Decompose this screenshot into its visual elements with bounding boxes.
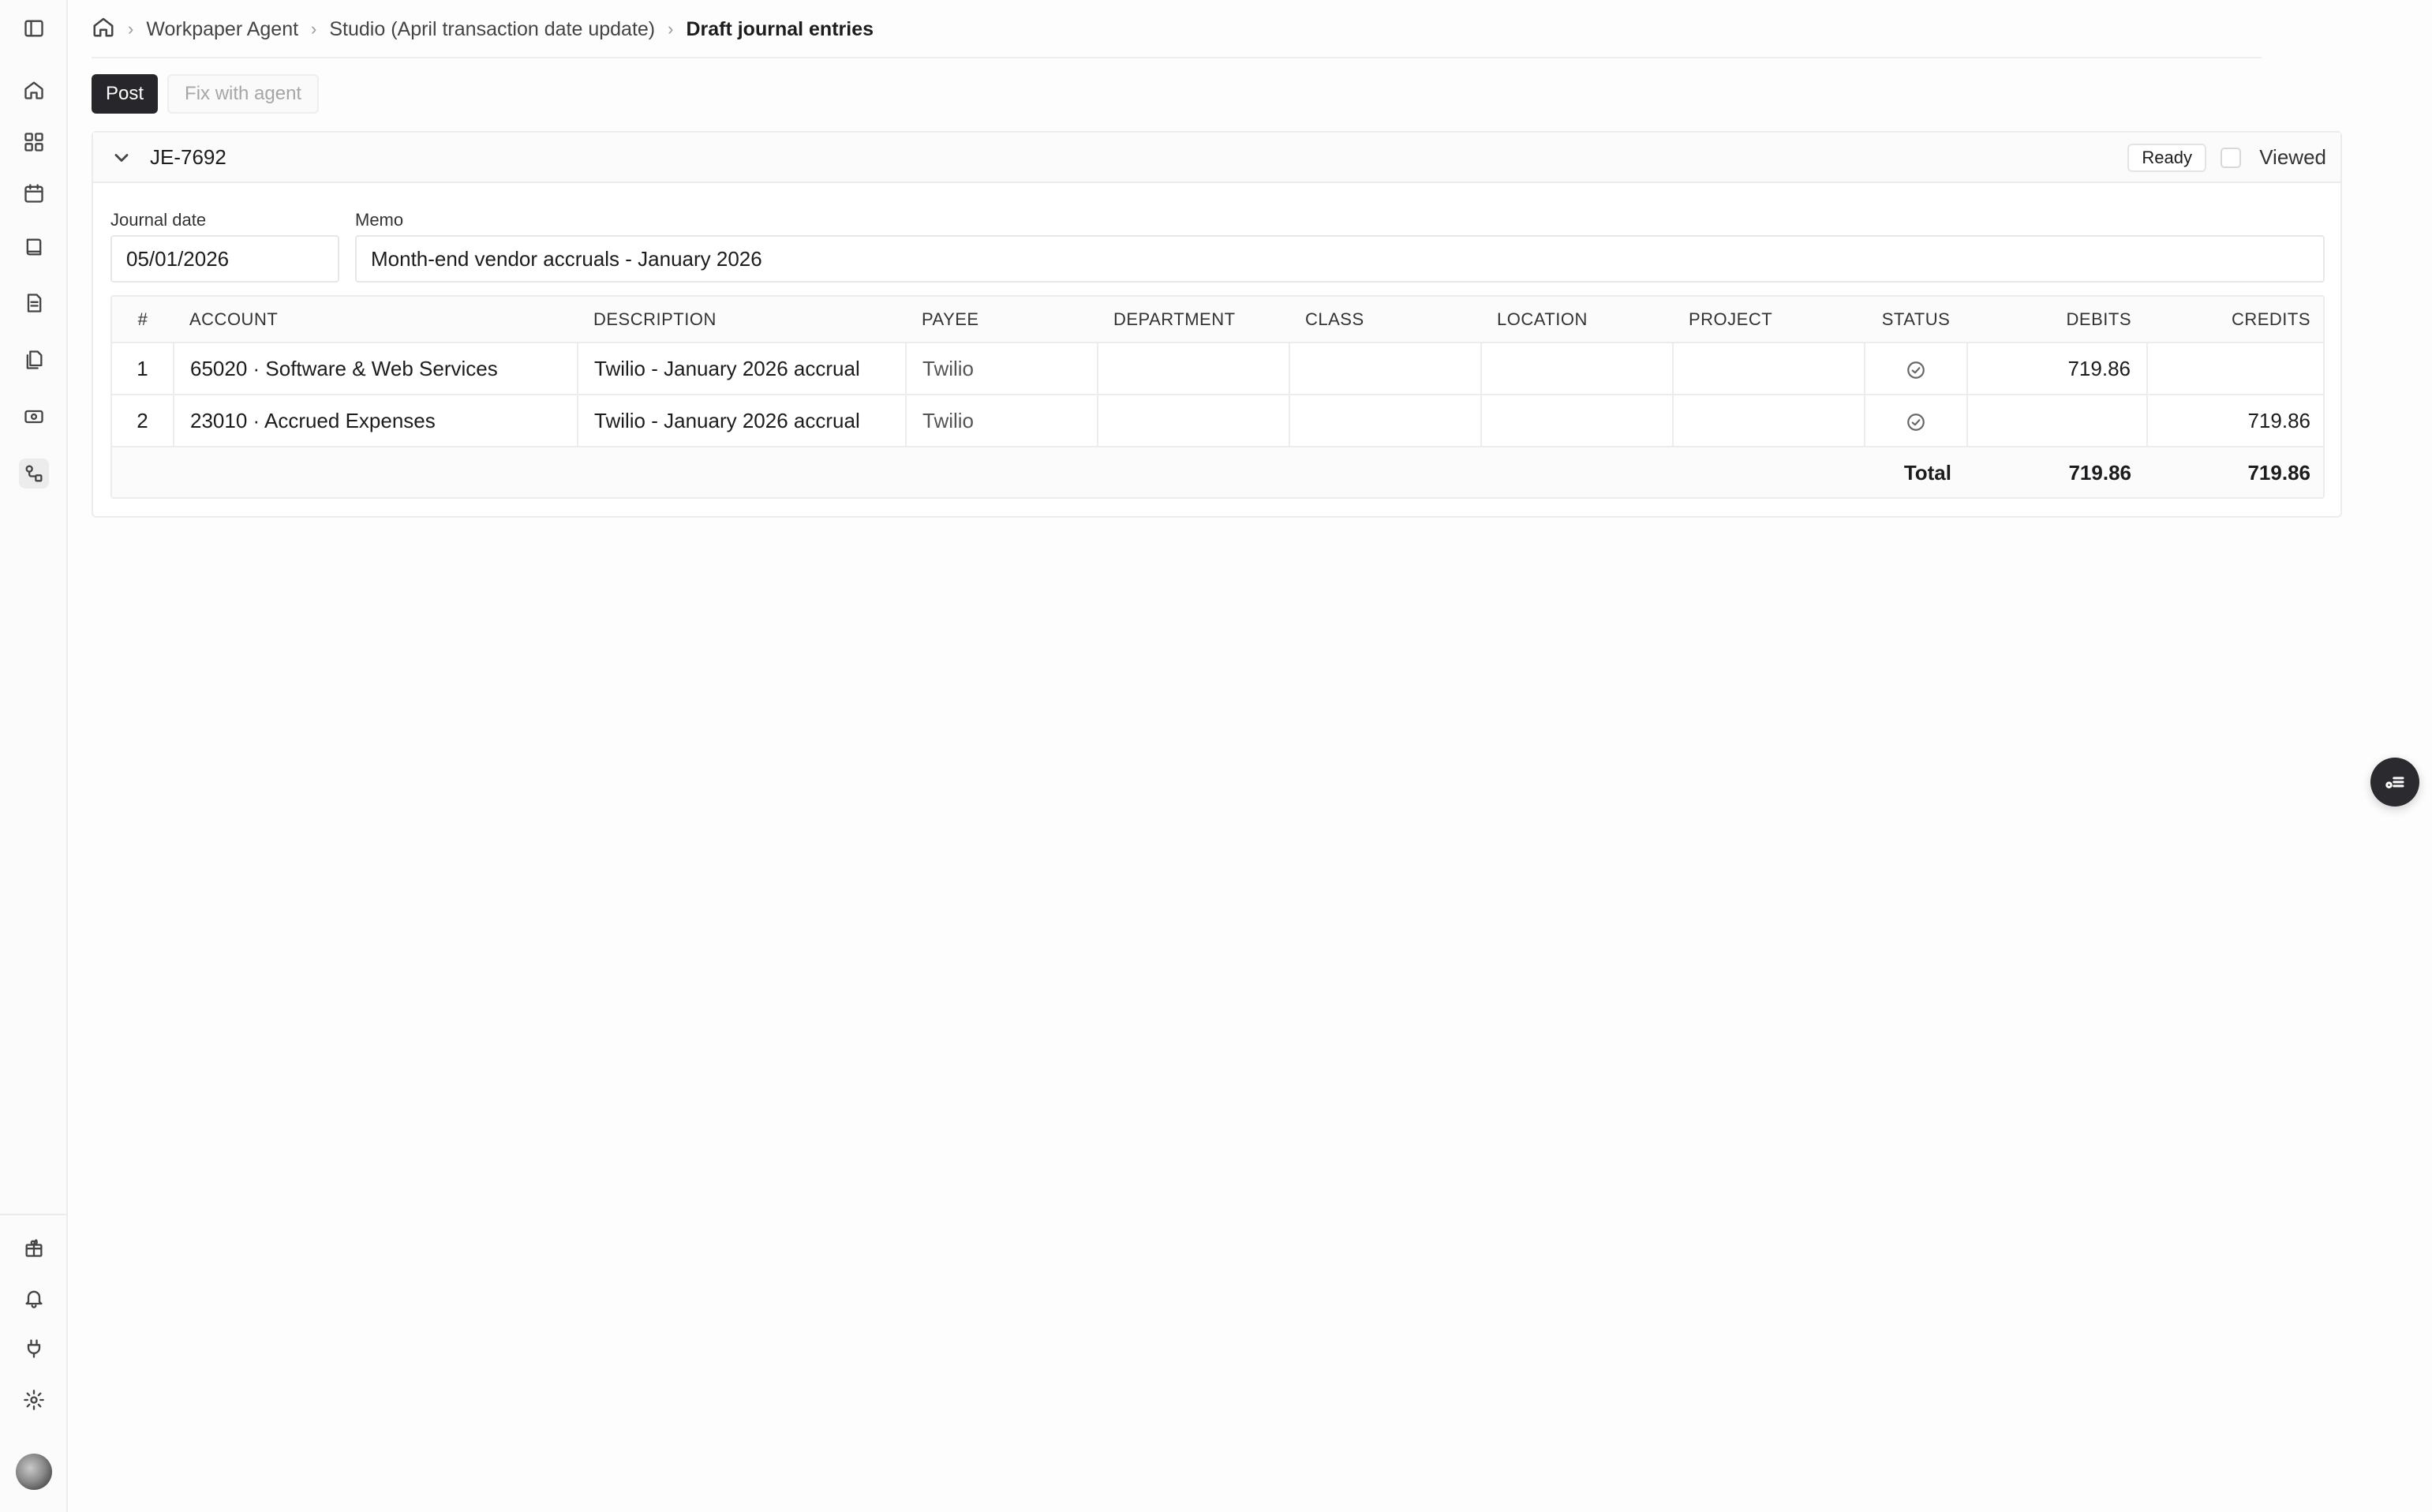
total-credits: 719.86 [2147,447,2323,497]
check-circle-icon [1907,413,1925,431]
column-header-project: PROJECT [1673,297,1865,343]
breadcrumb: › Workpaper Agent › Studio (April transa… [92,11,874,47]
column-header-class: CLASS [1289,297,1481,343]
account-cell[interactable]: 23010 · Accrued Expenses [174,395,578,447]
table-row[interactable]: 2 23010 · Accrued Expenses Twilio - Janu… [112,395,2323,447]
debit-cell[interactable]: 719.86 [1967,342,2148,395]
breadcrumb-item-studio[interactable]: Studio (April transaction date update) [329,18,655,41]
viewed-label: Viewed [2259,145,2326,169]
sidebar-toggle-icon[interactable] [19,13,49,43]
post-button[interactable]: Post [92,74,159,114]
location-cell[interactable] [1481,395,1674,447]
status-badge: Ready [2127,144,2206,172]
files-icon[interactable] [19,345,49,375]
journal-entry-card: JE-7692 Ready Viewed Journal date 05/01/… [92,131,2342,518]
description-cell[interactable]: Twilio - January 2026 accrual [578,395,907,447]
book-icon[interactable] [19,232,49,262]
payee-cell[interactable]: Twilio [906,342,1098,395]
column-header-department: DEPARTMENT [1098,297,1289,343]
status-cell [1865,342,1968,395]
chevron-down-icon[interactable] [110,147,133,169]
journal-entry-id: JE-7692 [150,145,226,169]
bell-icon[interactable] [19,1283,49,1313]
line-number: 1 [112,342,174,395]
memo-field[interactable]: Month-end vendor accruals - January 2026 [355,235,2325,283]
journal-date-label: Journal date [110,210,207,230]
debit-cell[interactable] [1967,395,2148,447]
description-cell[interactable]: Twilio - January 2026 accrual [578,342,907,395]
money-icon[interactable] [19,402,49,432]
fix-with-agent-button[interactable]: Fix with agent [167,74,320,114]
column-header-status: STATUS [1865,297,1967,343]
project-cell[interactable] [1673,342,1865,395]
header-divider [92,57,2262,58]
home-icon[interactable] [19,75,49,105]
column-header-payee: PAYEE [906,297,1098,343]
location-cell[interactable] [1481,342,1674,395]
column-header-account: ACCOUNT [174,297,578,343]
line-number: 2 [112,395,174,447]
chevron-right-icon: › [128,19,134,39]
department-cell[interactable] [1098,342,1290,395]
memo-label: Memo [355,210,404,230]
gear-icon[interactable] [19,1385,49,1415]
breadcrumb-home-icon[interactable] [92,15,115,44]
avatar[interactable] [16,1454,52,1490]
class-cell[interactable] [1289,342,1482,395]
calendar-icon[interactable] [19,178,49,208]
status-cell [1865,395,1968,447]
document-icon[interactable] [19,288,49,318]
account-cell[interactable]: 65020 · Software & Web Services [174,342,578,395]
toolbar: Post Fix with agent [92,74,320,114]
task-list-icon [2385,777,2404,789]
plug-icon[interactable] [19,1334,49,1364]
table-header-row: # ACCOUNT DESCRIPTION PAYEE DEPARTMENT C… [112,297,2323,343]
journal-lines-table: # ACCOUNT DESCRIPTION PAYEE DEPARTMENT C… [110,295,2325,499]
gift-icon[interactable] [19,1233,49,1263]
total-label: Total [1865,447,1967,497]
task-list-button[interactable] [2370,758,2419,807]
column-header-number: # [112,297,174,343]
column-header-location: LOCATION [1481,297,1673,343]
column-header-credits: CREDITS [2147,297,2323,343]
journal-entry-header[interactable]: JE-7692 Ready Viewed [93,133,2340,183]
chevron-right-icon: › [311,19,317,39]
sidebar-divider [0,1214,68,1215]
sidebar [0,0,68,1512]
column-header-debits: DEBITS [1967,297,2147,343]
dashboard-icon[interactable] [19,127,49,157]
payee-cell[interactable]: Twilio [906,395,1098,447]
credit-cell[interactable] [2147,342,2323,395]
class-cell[interactable] [1289,395,1482,447]
project-cell[interactable] [1673,395,1865,447]
department-cell[interactable] [1098,395,1290,447]
column-header-description: DESCRIPTION [578,297,906,343]
total-row: Total 719.86 719.86 [112,447,2323,497]
viewed-checkbox[interactable] [2221,148,2241,168]
journal-date-field[interactable]: 05/01/2026 [110,235,339,283]
breadcrumb-item-workpaper-agent[interactable]: Workpaper Agent [146,18,298,41]
chevron-right-icon: › [668,19,674,39]
credit-cell[interactable]: 719.86 [2147,395,2323,447]
workflow-icon[interactable] [19,458,49,488]
breadcrumb-current: Draft journal entries [686,17,874,40]
total-debits: 719.86 [1967,447,2147,497]
check-circle-icon [1907,361,1925,379]
main-content: › Workpaper Agent › Studio (April transa… [68,0,2432,1512]
table-row[interactable]: 1 65020 · Software & Web Services Twilio… [112,342,2323,395]
